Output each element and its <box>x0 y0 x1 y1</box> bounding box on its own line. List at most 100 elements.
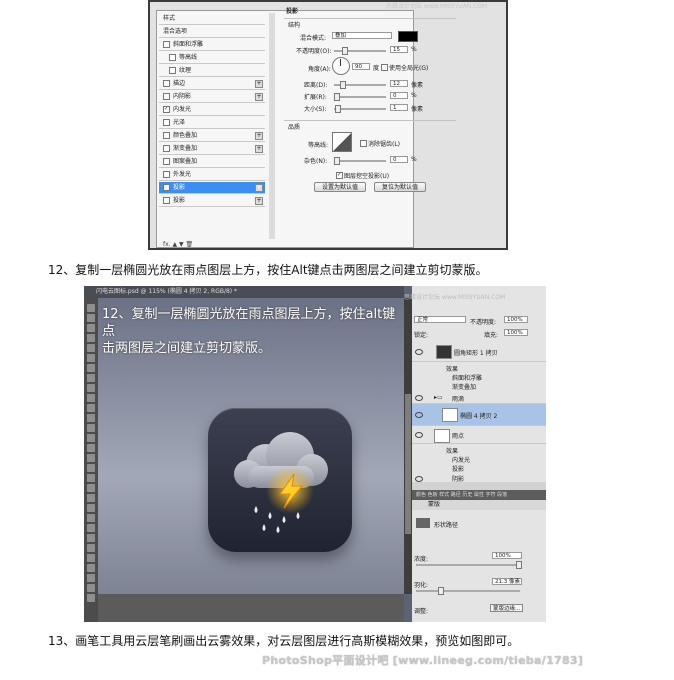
tool-icon[interactable] <box>87 374 95 382</box>
tool-icon[interactable] <box>87 574 95 582</box>
mask-edge-button[interactable]: 蒙版边缘... <box>490 604 524 612</box>
angle-field[interactable]: 90 <box>352 63 370 70</box>
add-style-icon[interactable]: + <box>255 93 263 101</box>
shadow-color-swatch[interactable] <box>398 31 418 42</box>
fill-field[interactable]: 100% <box>504 329 528 336</box>
tool-icon[interactable] <box>87 414 95 422</box>
style-row[interactable]: 投影 + <box>159 195 265 207</box>
panel-tabs[interactable]: 颜色 色板 样式 路径 历史 属性 字符 段落 <box>412 490 546 500</box>
add-style-icon[interactable]: + <box>255 197 263 205</box>
tool-icon[interactable] <box>87 344 95 352</box>
tool-icon[interactable] <box>87 514 95 522</box>
style-checkbox[interactable] <box>169 67 176 74</box>
style-row[interactable]: 等高线 <box>159 52 265 64</box>
layer-row-rounded-rect[interactable]: 圆角矩形 1 拷贝 <box>412 342 546 362</box>
tool-icon[interactable] <box>87 354 95 362</box>
style-row[interactable]: 纹理 <box>159 65 265 77</box>
noise-field[interactable]: 0 <box>390 156 408 163</box>
size-field[interactable]: 1 <box>390 104 408 111</box>
blend-mode-select[interactable]: 叠加 <box>332 32 392 39</box>
density-field[interactable]: 100% <box>492 552 522 559</box>
tool-icon[interactable] <box>87 444 95 452</box>
noise-slider[interactable] <box>334 157 386 165</box>
style-checkbox[interactable] <box>163 41 170 48</box>
size-slider[interactable] <box>334 105 386 113</box>
style-row[interactable]: 内阴影 + <box>159 91 265 103</box>
tool-icon[interactable] <box>87 524 95 532</box>
style-checkbox[interactable] <box>163 80 170 87</box>
tool-icon[interactable] <box>87 384 95 392</box>
canvas-scrollbar[interactable] <box>404 298 412 594</box>
add-style-icon[interactable]: + <box>255 132 263 140</box>
tool-icon[interactable] <box>87 474 95 482</box>
layer-row-shadow[interactable]: 阴影 <box>412 474 546 483</box>
spread-slider[interactable] <box>334 93 386 101</box>
style-checkbox[interactable] <box>169 54 176 61</box>
layer-blend-select[interactable]: 正常 <box>414 316 466 323</box>
style-checkbox[interactable]: ✓ <box>163 184 170 191</box>
tool-icon[interactable] <box>87 504 95 512</box>
angle-dial[interactable] <box>332 57 350 75</box>
tool-icon[interactable] <box>87 534 95 542</box>
style-row[interactable]: 描边 + <box>159 78 265 90</box>
visibility-eye-icon[interactable] <box>415 412 423 418</box>
style-row[interactable]: ✓ 内发光 <box>159 104 265 116</box>
tool-icon[interactable] <box>87 564 95 572</box>
styles-list-footer[interactable]: fx. ▲ ▼ 🗑 <box>163 241 273 248</box>
distance-slider[interactable] <box>334 81 386 89</box>
style-row[interactable]: ✓ 投影 + <box>159 182 265 194</box>
tool-icon[interactable] <box>87 304 95 312</box>
tool-icon[interactable] <box>87 494 95 502</box>
contour-picker[interactable] <box>332 132 352 152</box>
style-checkbox[interactable]: ✓ <box>163 106 170 113</box>
styles-list-scrollbar[interactable] <box>269 13 275 239</box>
knockout-checkbox[interactable]: ✓ <box>336 172 343 179</box>
tool-icon[interactable] <box>87 324 95 332</box>
blend-options-item[interactable]: 混合选项 <box>159 26 265 38</box>
feather-field[interactable]: 21.3 像素 <box>492 578 522 585</box>
style-row[interactable]: 斜面和浮雕 <box>159 39 265 51</box>
density-slider[interactable] <box>416 561 522 569</box>
tool-icon[interactable] <box>87 314 95 322</box>
tool-icon[interactable] <box>87 424 95 432</box>
feather-slider[interactable] <box>416 587 520 595</box>
style-checkbox[interactable] <box>163 93 170 100</box>
tool-icon[interactable] <box>87 334 95 342</box>
style-checkbox[interactable] <box>163 197 170 204</box>
opacity-slider[interactable] <box>334 47 386 55</box>
group-row-rain[interactable]: ▸▭ 雨滴 <box>412 392 546 404</box>
add-style-icon[interactable]: + <box>255 80 263 88</box>
style-row[interactable]: 渐变叠加 + <box>159 143 265 155</box>
style-checkbox[interactable] <box>163 145 170 152</box>
style-row[interactable]: 外发光 <box>159 169 265 181</box>
spread-field[interactable]: 0 <box>390 92 408 99</box>
global-light-checkbox[interactable] <box>381 64 388 71</box>
visibility-eye-icon[interactable] <box>415 432 423 438</box>
style-row[interactable]: 图案叠加 <box>159 156 265 168</box>
canvas[interactable]: 12、复制一层椭圆光放在雨点图层上方，按住alt键点 击两图层之间建立剪切蒙版。 <box>98 298 404 594</box>
visibility-eye-icon[interactable] <box>415 349 423 355</box>
tool-icon[interactable] <box>87 594 95 602</box>
add-style-icon[interactable]: + <box>255 145 263 153</box>
tool-icon[interactable] <box>87 434 95 442</box>
layer-row-rain[interactable]: 雨点 <box>412 426 546 444</box>
layer-row-selected[interactable]: 椭圆 4 拷贝 2 <box>412 404 546 426</box>
layer-opacity-field[interactable]: 100% <box>504 316 528 323</box>
style-checkbox[interactable] <box>163 119 170 126</box>
tool-icon[interactable] <box>87 584 95 592</box>
document-tab[interactable]: 闪电云图标.psd @ 115% (椭圆 4 拷贝 2, RGB/8) * <box>84 286 404 298</box>
tool-icon[interactable] <box>87 544 95 552</box>
style-checkbox[interactable] <box>163 158 170 165</box>
tool-icon[interactable] <box>87 484 95 492</box>
tool-icon[interactable] <box>87 404 95 412</box>
set-default-button[interactable]: 设置为默认值 <box>314 182 366 192</box>
layers-footer[interactable] <box>412 482 546 490</box>
tool-icon[interactable] <box>87 394 95 402</box>
tool-icon[interactable] <box>87 554 95 562</box>
antialias-checkbox[interactable] <box>360 140 367 147</box>
tool-icon[interactable] <box>87 454 95 462</box>
opacity-field[interactable]: 15 <box>390 46 408 53</box>
style-row[interactable]: 颜色叠加 + <box>159 130 265 142</box>
tool-icon[interactable] <box>87 364 95 372</box>
styles-header[interactable]: 样式 <box>159 13 265 25</box>
